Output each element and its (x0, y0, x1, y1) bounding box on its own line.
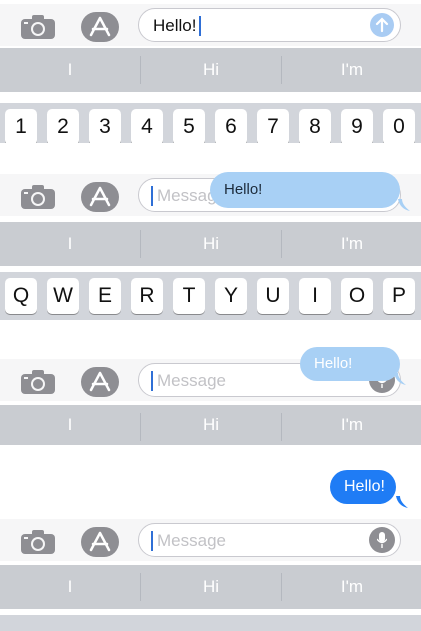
key-8[interactable]: 8 (299, 109, 331, 143)
frame-sent-animating: Message Hello! I Hi I'm (0, 345, 421, 445)
key-6[interactable]: 6 (215, 109, 247, 143)
message-placeholder: Message (157, 371, 226, 390)
key-p[interactable]: P (383, 278, 415, 314)
camera-icon[interactable] (20, 369, 56, 395)
sending-message-bubble: Hello! (300, 347, 400, 381)
frame-typing: Hello! I Hi I'm 1 2 3 4 5 6 7 8 9 0 (0, 0, 421, 143)
camera-icon[interactable] (20, 14, 56, 40)
predictive-text-bar: I Hi I'm (0, 565, 421, 609)
suggestion-3[interactable]: I'm (282, 405, 421, 445)
frame-delivered: Hello! (0, 452, 421, 512)
frame-sending: Message Hello! I Hi I'm Q W E R T Y U I … (0, 162, 421, 320)
suggestion-3[interactable]: I'm (282, 222, 421, 266)
suggestion-2[interactable]: Hi (141, 405, 281, 445)
suggestion-1[interactable]: I (0, 565, 140, 609)
message-field-text: Hello! (153, 16, 197, 35)
key-t[interactable]: T (173, 278, 205, 314)
keyboard-number-row: 1 2 3 4 5 6 7 8 9 0 (0, 103, 421, 143)
app-store-icon[interactable] (80, 11, 120, 43)
key-q[interactable]: Q (5, 278, 37, 314)
bubble-tail (394, 373, 406, 385)
key-u[interactable]: U (257, 278, 289, 314)
suggestion-2[interactable]: Hi (141, 48, 281, 92)
text-caret (199, 16, 201, 36)
camera-icon[interactable] (20, 184, 56, 210)
suggestion-1[interactable]: I (0, 405, 140, 445)
key-o[interactable]: O (341, 278, 373, 314)
message-text: Hello! (314, 355, 353, 372)
sent-message-bubble: Hello! (330, 470, 396, 504)
microphone-icon (377, 532, 387, 548)
frame-idle: Message I Hi I'm (0, 515, 421, 631)
message-input-bar: Hello! (0, 4, 421, 46)
key-7[interactable]: 7 (257, 109, 289, 143)
suggestion-1[interactable]: I (0, 48, 140, 92)
predictive-text-bar: I Hi I'm (0, 48, 421, 92)
key-2[interactable]: 2 (47, 109, 79, 143)
send-arrow-icon (375, 17, 389, 33)
suggestion-2[interactable]: Hi (141, 222, 281, 266)
predictive-text-bar: I Hi I'm (0, 405, 421, 445)
predictive-text-bar: I Hi I'm (0, 222, 421, 266)
app-store-icon[interactable] (80, 526, 120, 558)
sending-message-bubble: Hello! (210, 172, 400, 208)
microphone-button[interactable] (369, 527, 395, 553)
message-text: Hello! (344, 478, 385, 495)
message-text: Hello! (224, 181, 263, 198)
message-input-bar: Message (0, 519, 421, 561)
send-button[interactable] (370, 13, 394, 37)
message-field[interactable]: Message (138, 523, 401, 557)
bubble-tail (396, 496, 408, 508)
key-5[interactable]: 5 (173, 109, 205, 143)
key-i[interactable]: I (299, 278, 331, 314)
suggestion-3[interactable]: I'm (282, 565, 421, 609)
key-r[interactable]: R (131, 278, 163, 314)
key-w[interactable]: W (47, 278, 79, 314)
keyboard-letter-row: Q W E R T Y U I O P (0, 272, 421, 320)
keyboard-row-partial (0, 615, 421, 631)
suggestion-1[interactable]: I (0, 222, 140, 266)
key-4[interactable]: 4 (131, 109, 163, 143)
key-1[interactable]: 1 (5, 109, 37, 143)
message-placeholder: Message (157, 531, 226, 550)
text-caret (151, 371, 153, 391)
key-3[interactable]: 3 (89, 109, 121, 143)
key-y[interactable]: Y (215, 278, 247, 314)
message-field[interactable]: Hello! (138, 8, 401, 42)
text-caret (151, 531, 153, 551)
suggestion-2[interactable]: Hi (141, 565, 281, 609)
suggestion-3[interactable]: I'm (282, 48, 421, 92)
key-e[interactable]: E (89, 278, 121, 314)
camera-icon[interactable] (20, 529, 56, 555)
bubble-tail (398, 199, 410, 211)
text-caret (151, 186, 153, 206)
app-store-icon[interactable] (80, 366, 120, 398)
key-0[interactable]: 0 (383, 109, 415, 143)
app-store-icon[interactable] (80, 181, 120, 213)
key-9[interactable]: 9 (341, 109, 373, 143)
